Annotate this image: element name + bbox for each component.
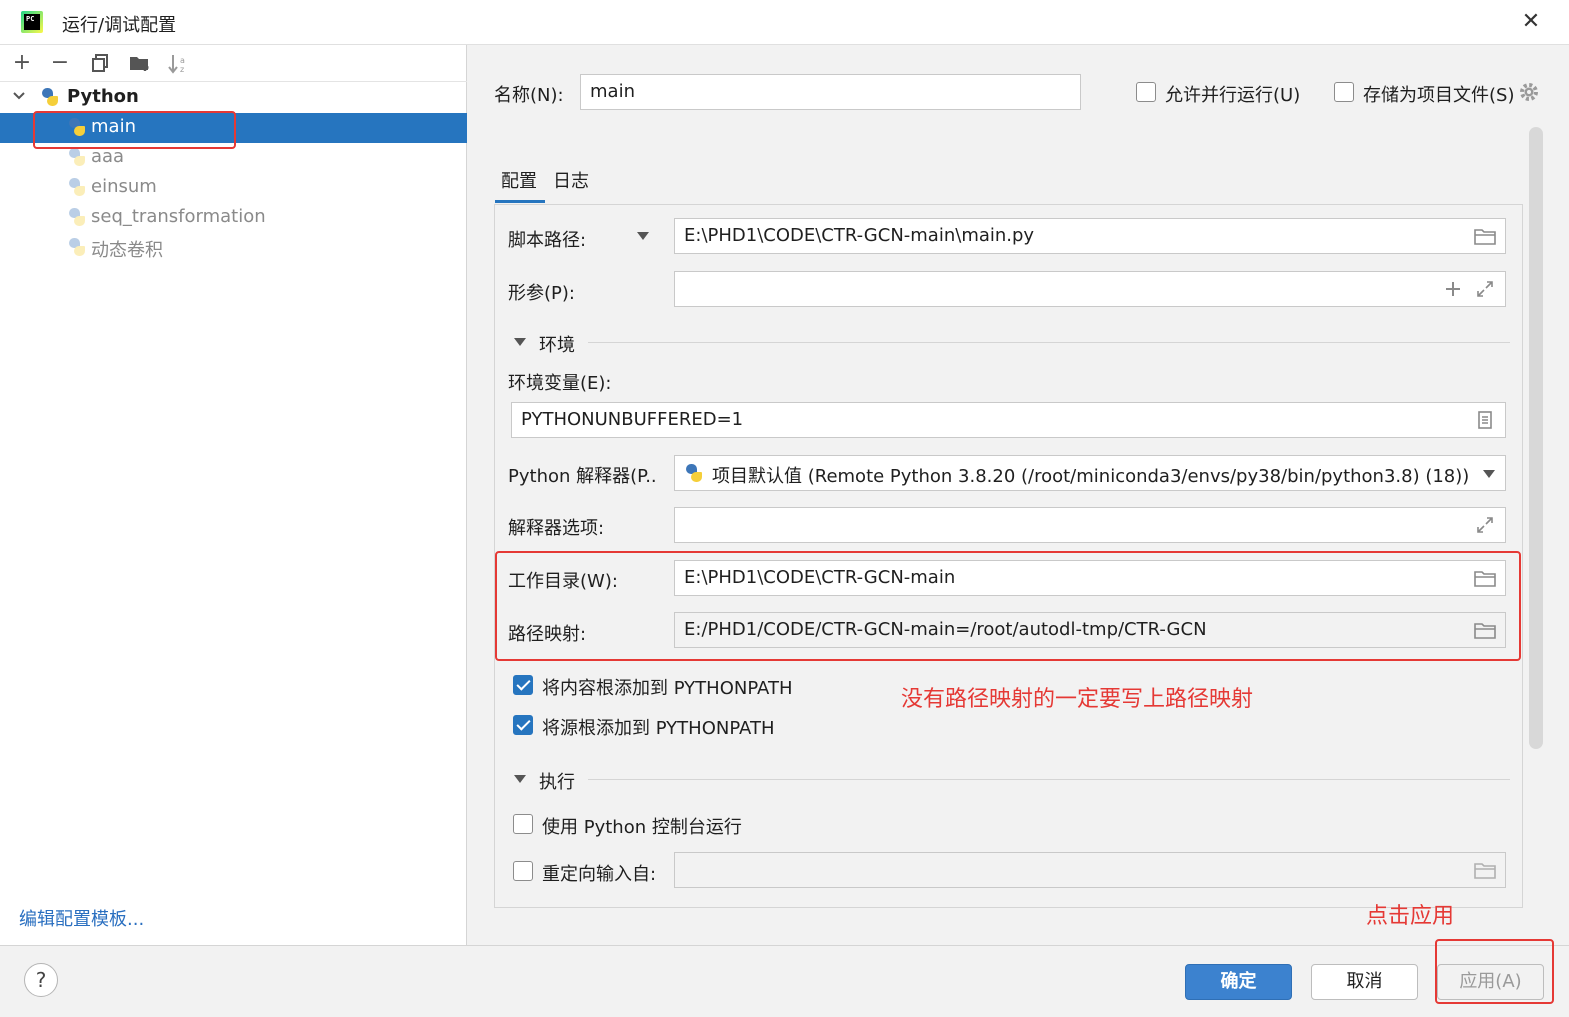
env-vars-input[interactable]: PYTHONUNBUFFERED=1 xyxy=(511,402,1506,438)
python-icon xyxy=(67,237,87,257)
python-icon xyxy=(40,87,60,107)
annotation-path-note: 没有路径映射的一定要写上路径映射 xyxy=(901,687,1254,712)
add-source-roots-checkbox[interactable] xyxy=(513,715,533,735)
redirect-input-label: 重定向输入自: xyxy=(542,864,657,885)
add-source-roots-label: 将源根添加到 PYTHONPATH xyxy=(542,718,775,739)
active-tab-indicator xyxy=(495,200,545,203)
cancel-button[interactable]: 取消 xyxy=(1311,964,1418,1000)
annotation-highlight-path-mapping xyxy=(495,551,1521,661)
interpreter-value: 项目默认值 (Remote Python 3.8.20 (/root/minic… xyxy=(712,466,1472,487)
annotation-apply-note: 点击应用 xyxy=(1366,904,1455,929)
parameters-input[interactable] xyxy=(674,271,1506,307)
parameters-label: 形参(P): xyxy=(508,283,575,304)
execution-section-title: 执行 xyxy=(539,772,575,793)
tree-item-label: seq_transformation xyxy=(91,206,266,227)
annotation-highlight-main xyxy=(33,111,236,149)
annotation-highlight-apply xyxy=(1435,939,1554,1004)
new-folder-icon[interactable] xyxy=(127,50,153,76)
section-collapse-icon[interactable] xyxy=(514,775,526,783)
svg-text:z: z xyxy=(180,65,184,74)
env-vars-value: PYTHONUNBUFFERED=1 xyxy=(521,409,744,430)
remove-configuration-icon[interactable]: − xyxy=(47,50,73,76)
store-as-file-label: 存储为项目文件(S) xyxy=(1363,85,1515,106)
tree-toolbar: + − az xyxy=(0,45,467,82)
tree-group-python[interactable]: Python xyxy=(0,83,467,113)
configurations-tree-panel: + − az Python main aaa einsum seq_transf… xyxy=(0,45,467,945)
use-console-checkbox[interactable] xyxy=(513,814,533,834)
svg-text:a: a xyxy=(180,56,185,65)
interpreter-select[interactable]: 项目默认值 (Remote Python 3.8.20 (/root/minic… xyxy=(674,455,1506,491)
expand-icon[interactable] xyxy=(1476,516,1494,534)
script-type-dropdown-icon[interactable] xyxy=(637,232,649,240)
add-content-roots-checkbox[interactable] xyxy=(513,675,533,695)
vertical-scrollbar[interactable] xyxy=(1529,127,1543,749)
environment-section-title: 环境 xyxy=(539,335,575,356)
tree-item[interactable]: 动态卷积 xyxy=(0,233,467,263)
title-bar: PC 运行/调试配置 ✕ xyxy=(0,0,1569,45)
allow-parallel-checkbox[interactable] xyxy=(1136,82,1156,102)
name-label: 名称(N): xyxy=(494,85,564,106)
script-path-input[interactable]: E:\PHD1\CODE\CTR-GCN-main\main.py xyxy=(674,218,1506,254)
chevron-down-icon[interactable] xyxy=(12,89,26,103)
gear-icon[interactable] xyxy=(1518,81,1540,103)
chevron-down-icon[interactable] xyxy=(1483,470,1495,478)
redirect-input-field[interactable] xyxy=(674,852,1506,888)
name-value: main xyxy=(590,81,635,102)
tree-item-label: aaa xyxy=(91,146,125,167)
window-title: 运行/调试配置 xyxy=(62,15,177,36)
tree-item-label: einsum xyxy=(91,176,157,197)
configuration-editor: 名称(N): main 允许并行运行(U) 存储为项目文件(S) 配置 日志 脚… xyxy=(468,45,1569,945)
name-input[interactable]: main xyxy=(580,74,1081,110)
tab-config[interactable]: 配置 xyxy=(501,167,537,193)
sort-alphabetically-icon[interactable]: az xyxy=(166,50,192,76)
python-icon xyxy=(67,147,87,167)
tab-logs[interactable]: 日志 xyxy=(553,167,589,193)
allow-parallel-label: 允许并行运行(U) xyxy=(1165,85,1301,106)
tree-group-label: Python xyxy=(67,86,139,107)
section-divider xyxy=(588,342,1510,343)
copy-configuration-icon[interactable] xyxy=(87,50,113,76)
dialog-footer: ? 确定 取消 应用(A) xyxy=(0,945,1569,1017)
python-icon xyxy=(67,177,87,197)
section-divider xyxy=(588,779,1510,780)
interpreter-options-input[interactable] xyxy=(674,507,1506,543)
script-path-label: 脚本路径: xyxy=(508,230,587,251)
close-icon[interactable]: ✕ xyxy=(1518,9,1544,35)
store-as-file-checkbox[interactable] xyxy=(1334,82,1354,102)
tree-item-label: 动态卷积 xyxy=(91,240,163,261)
interpreter-label: Python 解释器(P.. xyxy=(508,466,657,487)
folder-icon[interactable] xyxy=(1474,862,1496,879)
document-icon[interactable] xyxy=(1476,411,1494,429)
python-icon xyxy=(684,463,704,483)
pycharm-logo-icon: PC xyxy=(21,11,43,33)
tree-item[interactable]: seq_transformation xyxy=(0,203,467,233)
env-vars-label: 环境变量(E): xyxy=(508,373,612,394)
interpreter-options-label: 解释器选项: xyxy=(508,518,605,539)
add-content-roots-label: 将内容根添加到 PYTHONPATH xyxy=(542,678,793,699)
help-button[interactable]: ? xyxy=(24,963,58,997)
redirect-input-checkbox[interactable] xyxy=(513,861,533,881)
ok-button[interactable]: 确定 xyxy=(1185,964,1292,1000)
folder-icon[interactable] xyxy=(1474,228,1496,245)
use-console-label: 使用 Python 控制台运行 xyxy=(542,817,742,838)
add-configuration-icon[interactable]: + xyxy=(9,50,35,76)
tree-item[interactable]: einsum xyxy=(0,173,467,203)
expand-icon[interactable] xyxy=(1476,280,1494,298)
script-path-value: E:\PHD1\CODE\CTR-GCN-main\main.py xyxy=(684,225,1035,246)
add-parameter-icon[interactable] xyxy=(1444,280,1462,298)
edit-templates-link[interactable]: 编辑配置模板... xyxy=(19,905,144,931)
python-icon xyxy=(67,207,87,227)
section-collapse-icon[interactable] xyxy=(514,338,526,346)
